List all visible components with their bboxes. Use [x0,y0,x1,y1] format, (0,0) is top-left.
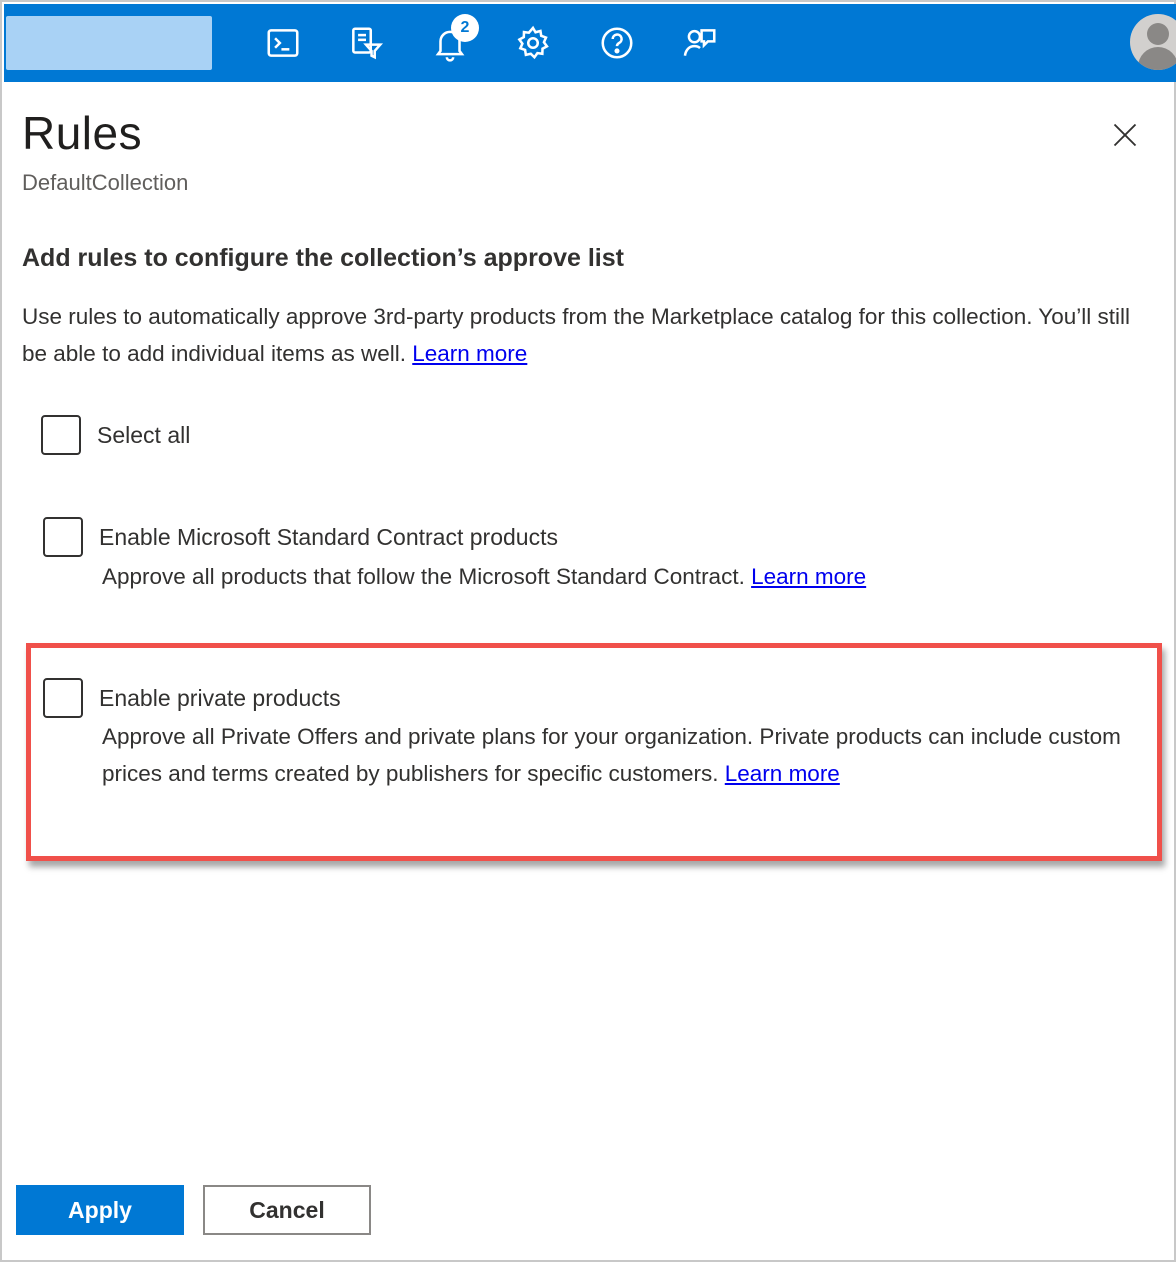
close-button[interactable] [1102,112,1148,158]
page-title: Rules [22,107,143,159]
avatar-head [1147,23,1169,45]
search-input[interactable] [6,16,212,70]
section-description-text: Use rules to automatically approve 3rd-p… [22,304,1131,366]
private-products-description: Approve all Private Offers and private p… [102,718,1144,792]
settings-icon[interactable] [508,18,558,68]
standard-contract-description-text: Approve all products that follow the Mic… [102,564,745,589]
standard-contract-description: Approve all products that follow the Mic… [102,558,1142,595]
private-products-learn-more-link[interactable]: Learn more [725,761,840,786]
cloud-shell-icon[interactable] [258,18,308,68]
page-subtitle: DefaultCollection [22,170,189,195]
avatar-body [1138,47,1176,70]
help-icon[interactable] [592,18,642,68]
rules-panel-frame: 2 Rules DefaultCollection Add rules to c… [0,0,1176,1262]
close-icon [1113,123,1137,147]
section-description: Use rules to automatically approve 3rd-p… [22,298,1142,372]
standard-contract-label: Enable Microsoft Standard Contract produ… [99,524,558,550]
private-products-checkbox[interactable] [43,678,83,718]
notifications-icon[interactable]: 2 [425,14,479,68]
learn-more-link[interactable]: Learn more [412,341,527,366]
standard-contract-checkbox[interactable] [43,517,83,557]
section-heading: Add rules to configure the collection’s … [22,244,624,272]
directory-filter-icon[interactable] [341,18,391,68]
cancel-button[interactable]: Cancel [203,1185,371,1235]
user-avatar[interactable] [1130,14,1176,70]
feedback-icon[interactable] [675,18,725,68]
notification-count-badge: 2 [451,14,479,42]
top-navigation-bar: 2 [4,4,1176,82]
apply-button[interactable]: Apply [16,1185,184,1235]
private-products-label: Enable private products [99,685,341,711]
select-all-label: Select all [97,422,191,448]
private-products-description-text: Approve all Private Offers and private p… [102,724,1121,786]
standard-contract-learn-more-link[interactable]: Learn more [751,564,866,589]
select-all-checkbox[interactable] [41,415,81,455]
